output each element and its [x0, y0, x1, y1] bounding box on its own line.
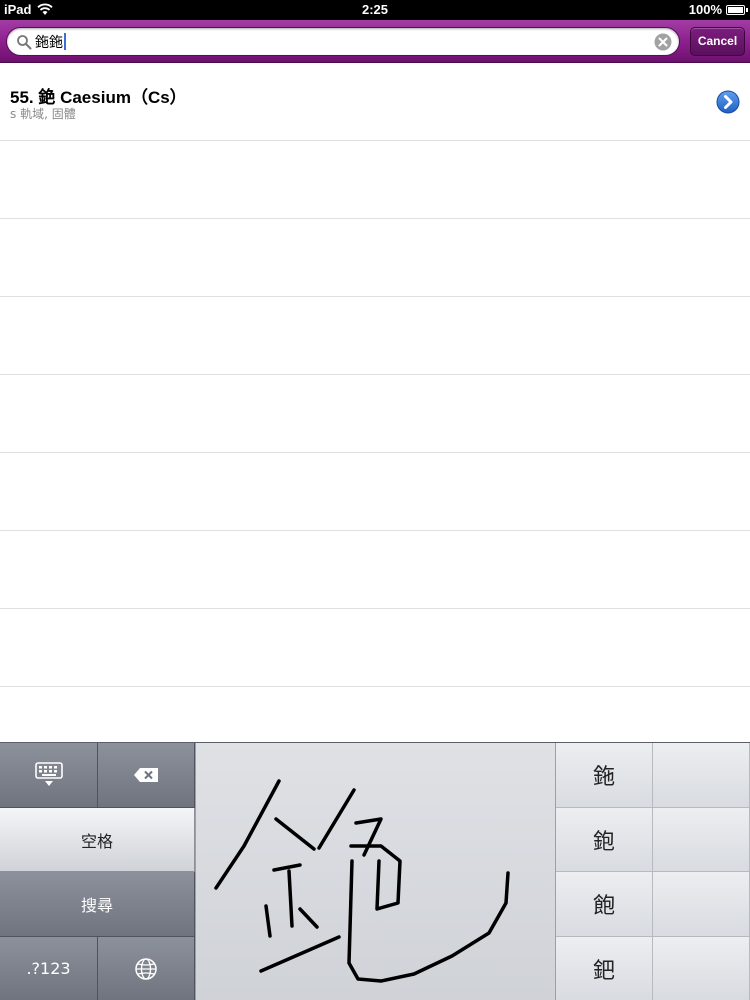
- result-subtitle: s 軌域, 固體: [10, 107, 76, 121]
- search-key[interactable]: 搜尋: [0, 872, 195, 937]
- delete-button[interactable]: [98, 743, 195, 808]
- candidate-slot-empty[interactable]: [653, 808, 750, 872]
- handwriting-keyboard: 空格 搜尋 .?123 鉇 鉋 飽 鈀: [0, 742, 750, 1000]
- cancel-button[interactable]: Cancel: [690, 27, 745, 56]
- list-row-empty: [0, 531, 750, 609]
- list-row-empty: [0, 609, 750, 687]
- hide-keyboard-button[interactable]: [0, 743, 98, 808]
- results-list: 55. 銫 Caesium（Cs） s 軌域, 固體: [0, 63, 750, 742]
- backspace-icon: [134, 768, 158, 782]
- candidate-slot-empty[interactable]: [653, 872, 750, 937]
- battery-icon: [726, 5, 748, 15]
- candidate-slot-empty[interactable]: [653, 937, 750, 1000]
- candidate-character[interactable]: 飽: [556, 872, 653, 937]
- search-key-label: 搜尋: [80, 896, 113, 915]
- handwritten-stroke: [214, 779, 510, 983]
- battery-percent: 100%: [688, 2, 722, 17]
- search-bar: 鉇鉇 Cancel: [0, 20, 750, 63]
- search-query: 鉇鉇: [35, 33, 66, 52]
- status-bar: iPad 2:25 100%: [0, 0, 750, 20]
- list-row-empty: [0, 375, 750, 453]
- numbers-key-label: .?123: [26, 959, 71, 978]
- search-icon: [17, 35, 32, 50]
- globe-icon: [135, 957, 157, 980]
- candidate-character[interactable]: 鈀: [556, 937, 653, 1000]
- space-key[interactable]: 空格: [0, 808, 195, 872]
- language-switch-button[interactable]: [98, 937, 195, 1000]
- numbers-key[interactable]: .?123: [0, 937, 98, 1000]
- search-input[interactable]: 鉇鉇: [6, 27, 680, 56]
- clock: 2:25: [361, 2, 389, 17]
- handwriting-pad[interactable]: [195, 743, 556, 1000]
- candidate-character[interactable]: 鉇: [556, 743, 653, 808]
- candidate-slot-empty[interactable]: [653, 743, 750, 808]
- result-row[interactable]: 55. 銫 Caesium（Cs） s 軌域, 固體: [0, 63, 750, 141]
- disclosure-chevron-icon[interactable]: [716, 90, 740, 114]
- list-row-empty: [0, 219, 750, 297]
- clear-icon[interactable]: [654, 33, 672, 51]
- list-row-empty: [0, 141, 750, 219]
- list-row-empty: [0, 453, 750, 531]
- text-caret: [64, 33, 66, 50]
- list-row-empty: [0, 297, 750, 375]
- space-key-label: 空格: [80, 831, 113, 851]
- candidate-character[interactable]: 鉋: [556, 808, 653, 872]
- keyboard-icon: [34, 762, 63, 786]
